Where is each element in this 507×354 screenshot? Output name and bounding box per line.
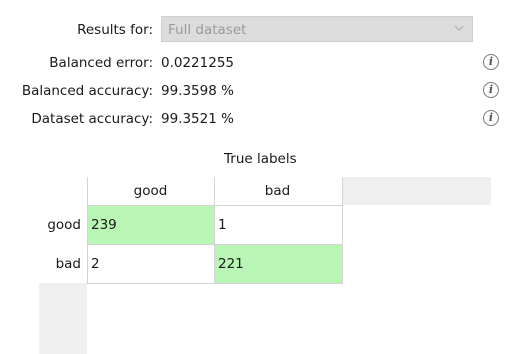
matrix-cell-bad-bad: 221 xyxy=(214,245,342,284)
matrix-cell-bad-good: 2 xyxy=(87,245,215,284)
grid-line xyxy=(214,177,215,283)
matrix-cell-good-good: 239 xyxy=(87,206,215,245)
balanced-accuracy-label: Balanced accuracy: xyxy=(21,83,153,99)
balanced-error-label: Balanced error: xyxy=(49,55,153,71)
results-for-value: Full dataset xyxy=(168,22,247,38)
info-icon[interactable]: i xyxy=(483,82,499,98)
results-for-dropdown[interactable]: Full dataset xyxy=(161,16,473,42)
dataset-accuracy-value: 99.3521 % xyxy=(161,111,234,127)
results-for-label: Results for: xyxy=(77,22,153,38)
dataset-accuracy-label: Dataset accuracy: xyxy=(31,111,153,127)
row-header-bad: bad xyxy=(55,256,81,272)
grid-line xyxy=(87,283,343,284)
info-icon[interactable]: i xyxy=(483,54,499,70)
header-filler xyxy=(343,177,491,205)
matrix-cell-good-bad: 1 xyxy=(214,206,342,245)
column-header-good: good xyxy=(133,183,168,199)
grid-line xyxy=(342,177,343,283)
balanced-accuracy-value: 99.3598 % xyxy=(161,83,234,99)
info-icon[interactable]: i xyxy=(483,110,499,126)
row-header-good: good xyxy=(47,217,81,233)
balanced-error-value: 0.0221255 xyxy=(161,55,235,71)
chevron-down-icon xyxy=(454,25,464,31)
column-header-bad: bad xyxy=(264,183,291,199)
grid-line xyxy=(87,244,343,245)
grid-line xyxy=(87,205,343,206)
grid-line xyxy=(87,177,88,283)
row-header-filler xyxy=(39,283,87,354)
true-labels-heading: True labels xyxy=(224,151,297,167)
